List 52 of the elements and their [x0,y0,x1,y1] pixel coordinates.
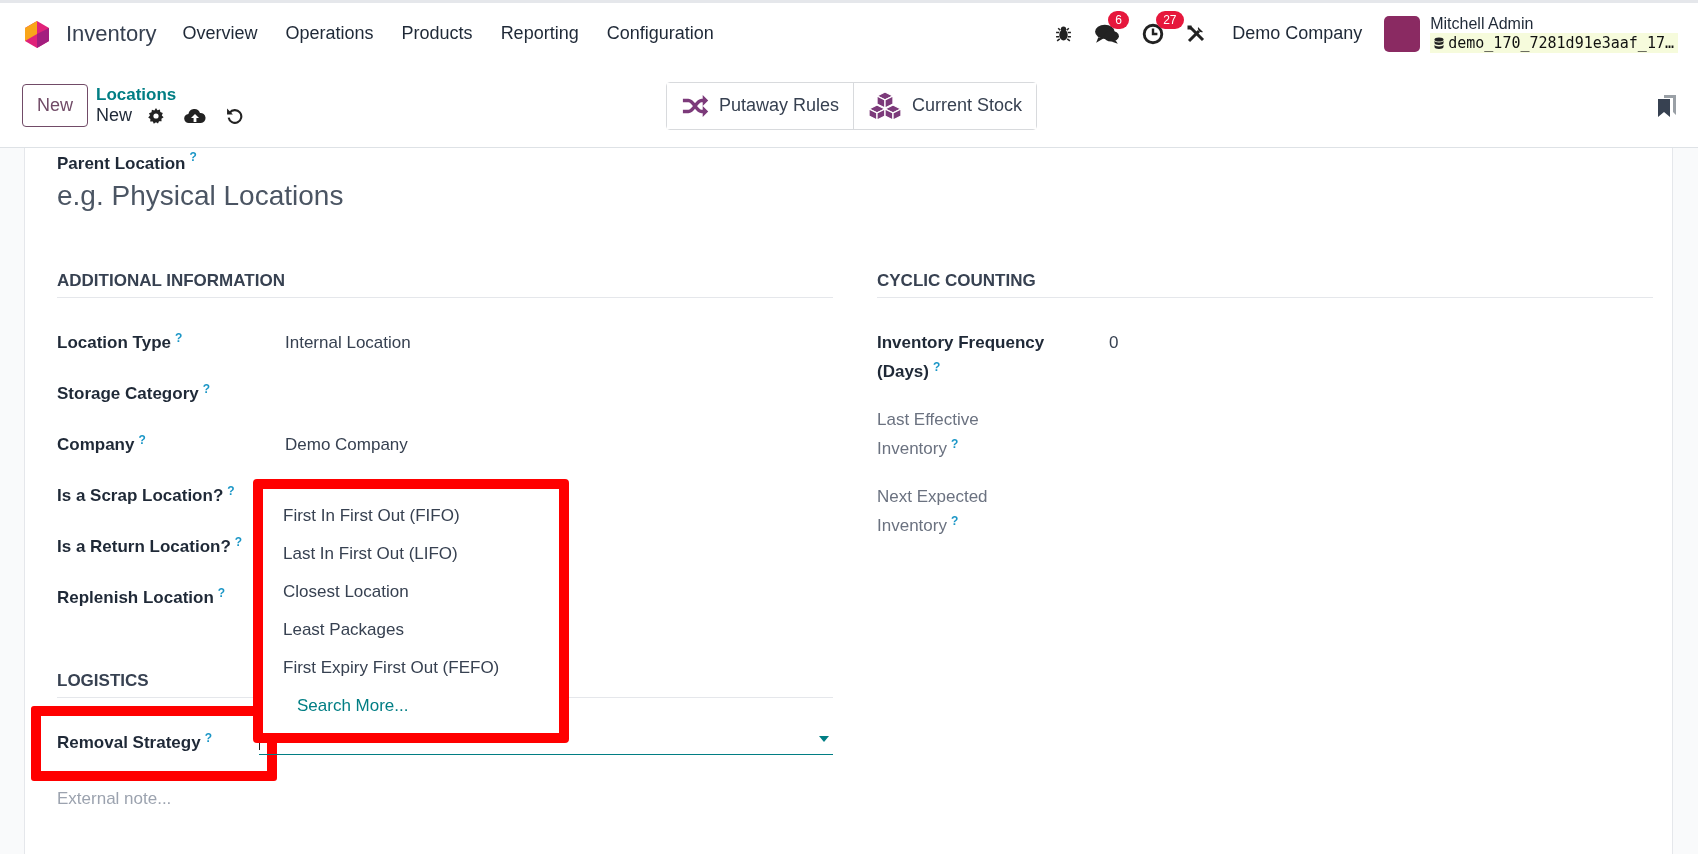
database-icon [1434,36,1445,49]
undo-icon[interactable] [226,107,244,124]
breadcrumb-link[interactable]: Locations [96,85,244,105]
bug-icon[interactable] [1055,25,1073,42]
company-switcher[interactable]: Demo Company [1232,23,1363,44]
field-value: Demo Company [285,435,408,454]
app-logo-icon[interactable] [22,18,52,49]
field-value: 0 [1109,333,1119,352]
smart-button[interactable]: Putaway Rules [667,82,855,129]
user-name[interactable]: Mitchell Admin [1430,14,1678,33]
database-name: demo_170_7281d91e3aaf_17… [1430,32,1678,53]
dropdown-option[interactable]: Least Packages [283,611,537,649]
field-label: Next Expected Inventory $^{?}$ [877,486,989,537]
field-label: Storage Category $^{?}$ [57,384,211,403]
bookmark-icon [1658,94,1676,117]
gear-icon[interactable] [148,107,165,124]
menu-item[interactable]: Overview [182,23,258,44]
message-count-badge: 6 [1108,10,1129,29]
new-button[interactable]: New [22,84,88,127]
app-name[interactable]: Inventory [66,20,157,47]
field-label: Is a Scrap Location? $^{?}$ [57,486,235,505]
dropdown-option[interactable]: Last In First Out (LIFO) [283,535,537,573]
field-label: Inventory Frequency (Days) $^{?}$ [877,332,1046,383]
clock-icon[interactable] [1142,22,1165,45]
user-avatar[interactable] [1384,15,1421,52]
menu-item[interactable]: Operations [285,23,374,44]
record-title: New [96,105,133,126]
activity-count-badge: 27 [1156,10,1184,29]
field-label: Replenish Location $^{?}$ [57,588,226,607]
cloud-upload-icon[interactable] [184,107,207,124]
field-label: Company $^{?}$ [57,435,146,454]
field-label: Location Type $^{?}$ [57,333,183,352]
shuffle-icon [681,94,709,117]
menu-item[interactable]: Configuration [606,23,714,44]
field-label: Is a Return Location? $^{?}$ [57,537,243,556]
caret-icon [819,736,829,742]
help-tooltip-mark[interactable]: ? [189,150,197,170]
menu-item[interactable]: Reporting [500,23,579,44]
section-heading: ADDITIONAL INFORMATION [57,271,833,298]
help-tooltip-mark[interactable]: ? [227,484,235,498]
chat-icon[interactable] [1094,22,1121,45]
field-label: Removal Strategy $^{?}$ [57,733,212,752]
tools-icon[interactable] [1186,23,1207,44]
menu-item[interactable]: Products [401,23,473,44]
field-label: Parent Location [57,154,186,174]
cubes-icon [868,90,903,121]
field-label: Last Effective Inventory $^{?}$ [877,409,980,460]
dropdown-option[interactable]: Closest Location [283,573,537,611]
section-heading: CYCLIC COUNTING [877,271,1653,298]
help-tooltip-mark[interactable]: ? [138,433,146,447]
dropdown-option[interactable]: First In First Out (FIFO) [283,497,537,535]
field-value: Internal Location [285,333,411,352]
